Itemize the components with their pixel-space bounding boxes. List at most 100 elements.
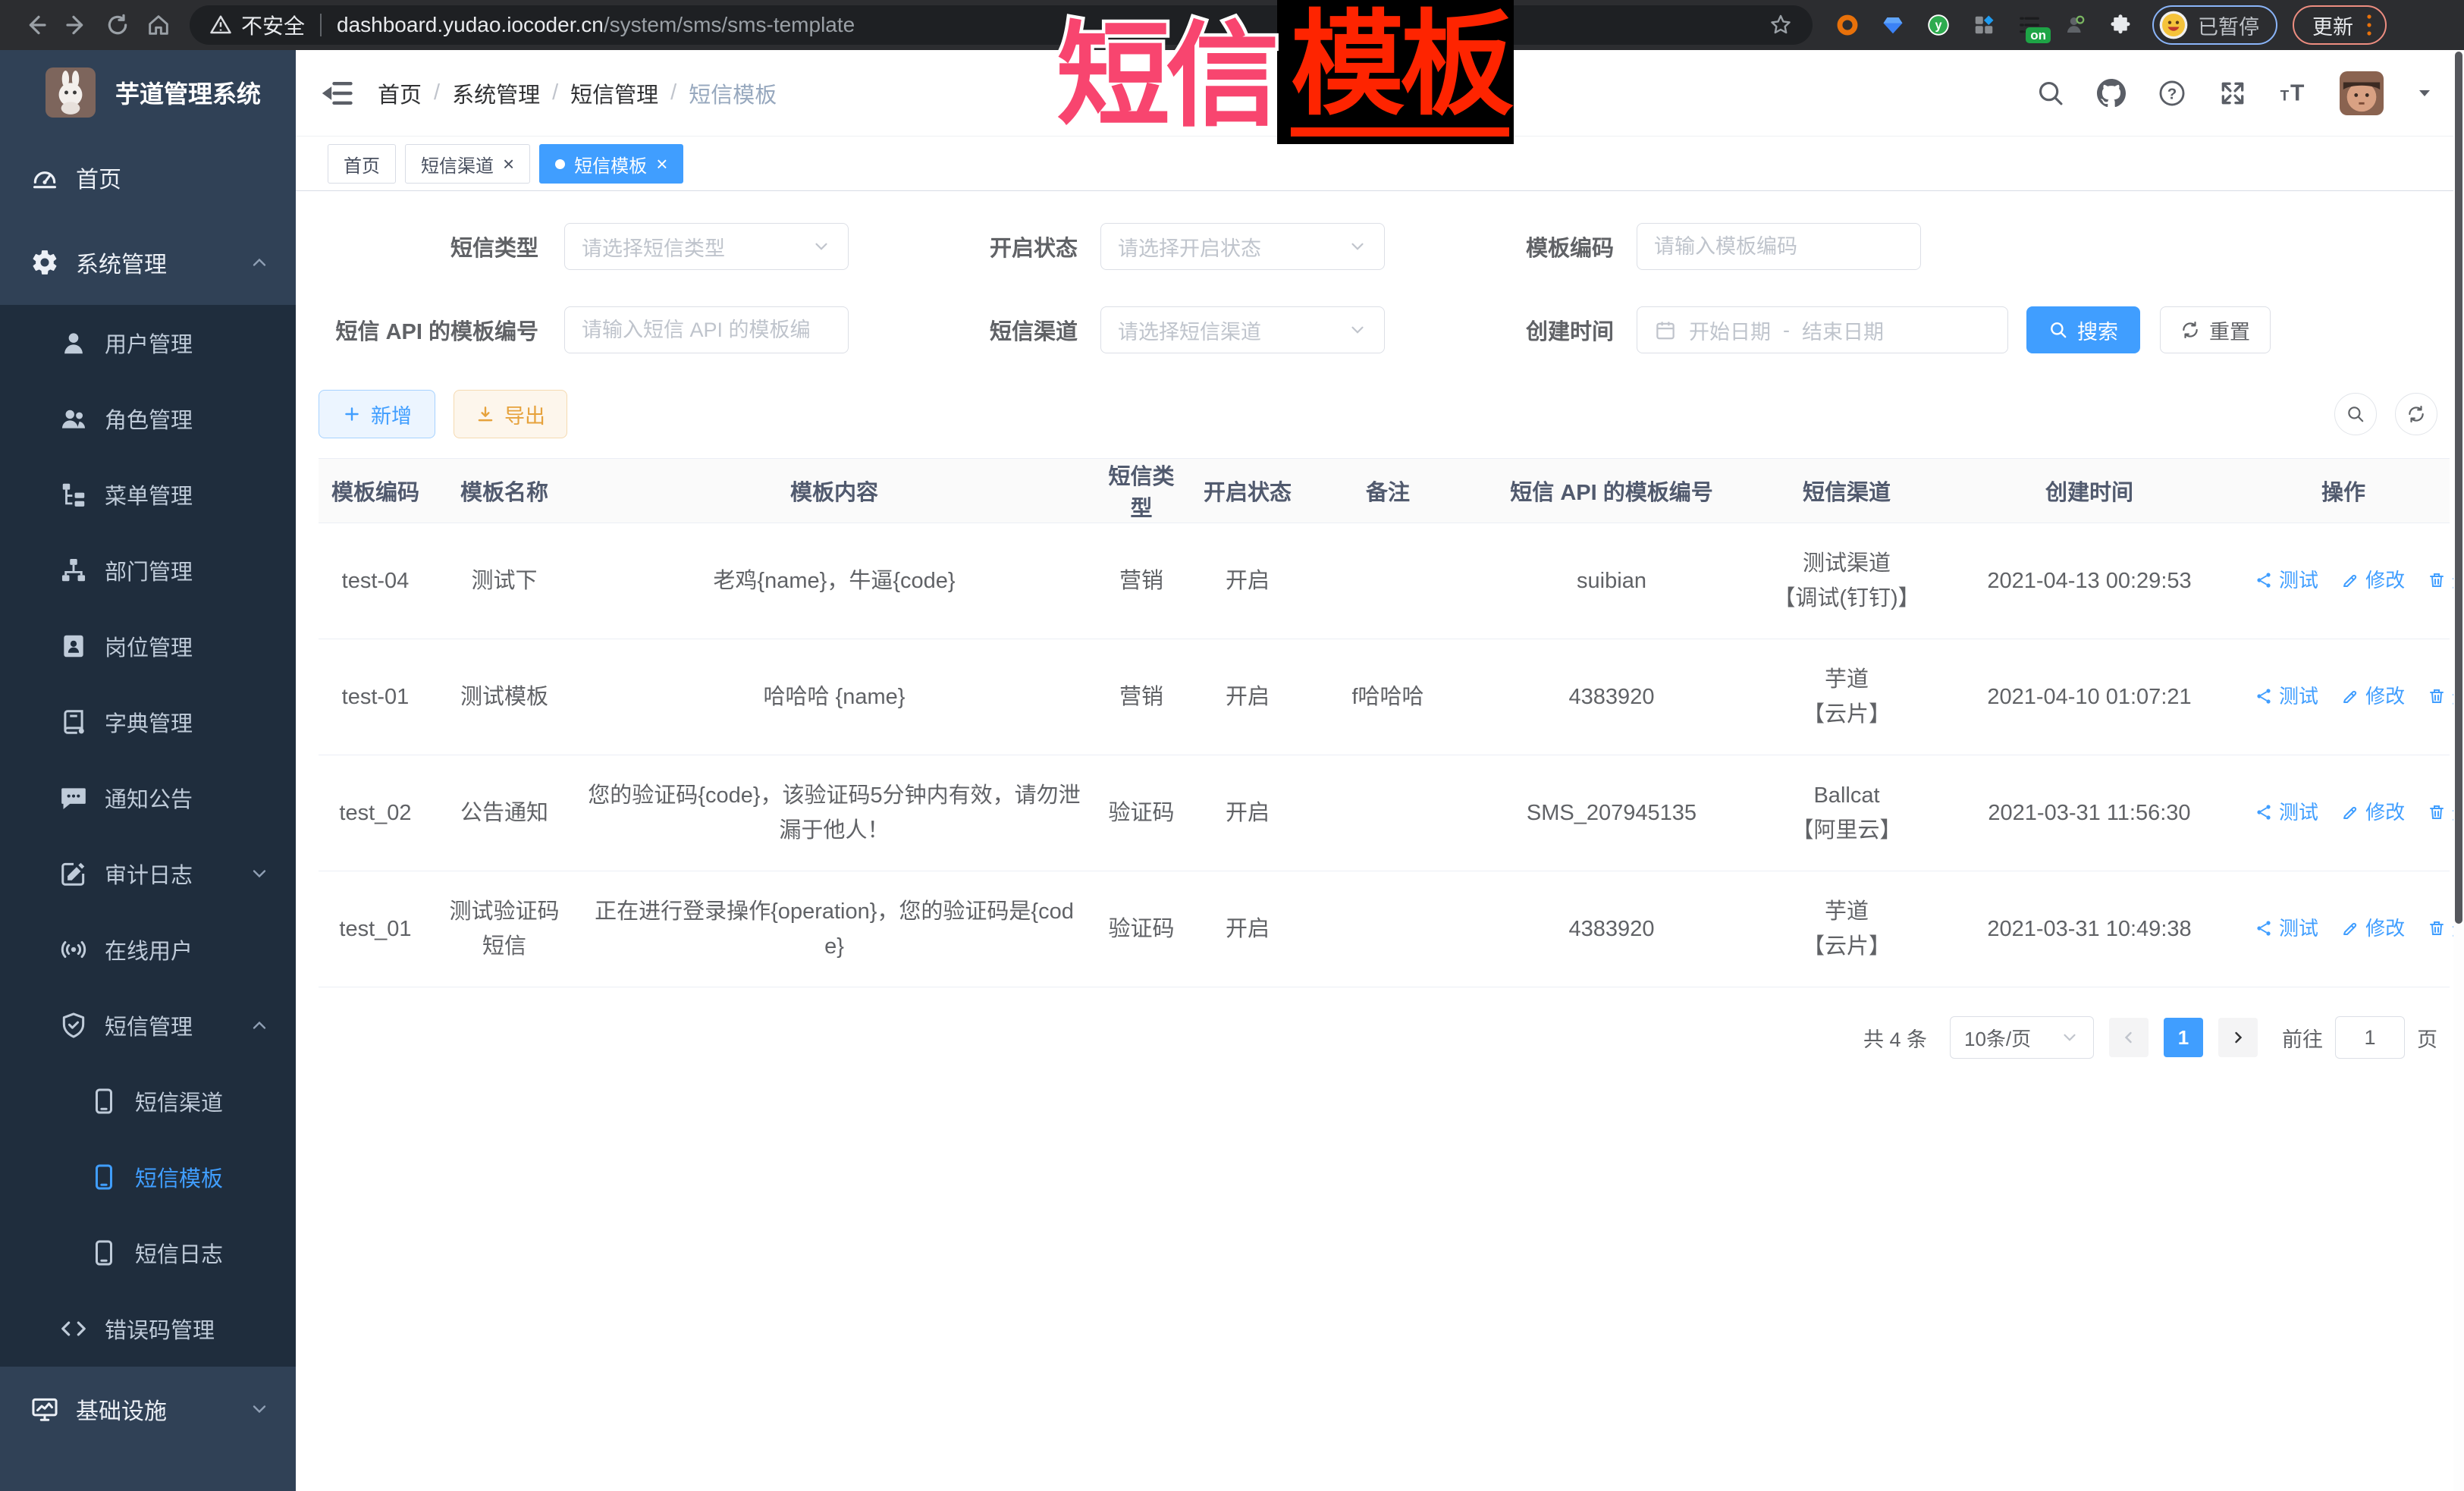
sidebar-collapse-icon[interactable]	[322, 77, 355, 110]
sidebar-item-sms-management[interactable]: 短信管理	[0, 987, 296, 1063]
browser-menu-icon[interactable]	[2365, 12, 2373, 38]
reset-button[interactable]: 重置	[2160, 306, 2271, 353]
extension-grid-icon[interactable]	[1972, 13, 1996, 37]
page-number-button[interactable]: 1	[2164, 1018, 2203, 1057]
sidebar-item-error-code-management[interactable]: 错误码管理	[0, 1291, 296, 1367]
help-icon[interactable]: ?	[2158, 79, 2186, 108]
sidebar-item-user-management[interactable]: 用户管理	[0, 305, 296, 381]
test-link[interactable]: 测试	[2255, 563, 2318, 598]
sidebar-item-home[interactable]: 首页	[0, 135, 296, 220]
sidebar-item-label: 短信日志	[135, 1237, 223, 1269]
next-page-button[interactable]	[2218, 1018, 2258, 1057]
bookmark-star-icon[interactable]	[1769, 13, 1793, 37]
breadcrumb-system[interactable]: 系统管理	[452, 77, 540, 109]
sidebar-item-infrastructure[interactable]: 基础设施	[0, 1367, 296, 1452]
channel-select[interactable]: 请选择短信渠道	[1100, 306, 1385, 353]
tab-sms-channel[interactable]: 短信渠道 ×	[405, 144, 530, 184]
test-link[interactable]: 测试	[2255, 795, 2318, 830]
extension-list-icon[interactable]: on	[2017, 13, 2042, 37]
scrollbar-track[interactable]	[2453, 50, 2464, 1491]
sidebar-item-sms-log[interactable]: 短信日志	[0, 1215, 296, 1291]
fullscreen-icon[interactable]	[2218, 79, 2247, 108]
breadcrumb-home[interactable]: 首页	[378, 77, 422, 109]
tab-close-icon[interactable]: ×	[503, 154, 514, 174]
extensions-puzzle-icon[interactable]	[2108, 13, 2133, 37]
cell-api-id: suibian	[1471, 523, 1752, 639]
extension-gem-icon[interactable]	[1881, 13, 1905, 37]
test-link[interactable]: 测试	[2255, 679, 2318, 714]
menu-tree-icon	[59, 480, 88, 509]
svg-text:T: T	[2290, 80, 2305, 105]
extension-y-icon[interactable]: y	[1926, 13, 1951, 37]
sms-type-label: 短信类型	[319, 231, 538, 262]
edit-link[interactable]: 修改	[2341, 563, 2405, 598]
column-header: 备注	[1304, 459, 1471, 523]
extension-orange-ring-icon[interactable]	[1835, 13, 1860, 37]
breadcrumb: 首页 / 系统管理 / 短信管理 / 短信模板	[378, 77, 777, 109]
add-button[interactable]: 新增	[319, 390, 435, 438]
sidebar-item-audit-log[interactable]: 审计日志	[0, 836, 296, 912]
filter-create-time: 创建时间 开始日期 - 结束日期	[1523, 306, 2008, 353]
online-user-icon	[59, 935, 88, 964]
browser-update-button[interactable]: 更新	[2293, 5, 2387, 45]
address-bar[interactable]: 不安全 dashboard.yudao.iocoder.cn/system/sm…	[190, 5, 1813, 45]
font-size-icon[interactable]: TT	[2279, 79, 2308, 108]
edit-link[interactable]: 修改	[2341, 679, 2405, 714]
template-code-input[interactable]	[1654, 235, 1904, 259]
browser-forward-button[interactable]	[56, 5, 97, 46]
user-icon	[59, 328, 88, 357]
tab-sms-template[interactable]: 短信模板 ×	[539, 144, 683, 184]
prev-page-button[interactable]	[2109, 1018, 2149, 1057]
sidebar-item-department-management[interactable]: 部门管理	[0, 532, 296, 608]
api-template-input[interactable]	[582, 319, 831, 342]
toggle-search-button[interactable]	[2334, 393, 2377, 435]
sidebar-item-role-management[interactable]: 角色管理	[0, 381, 296, 457]
chevron-up-icon	[249, 1015, 270, 1036]
sidebar-item-system-management[interactable]: 系统管理	[0, 220, 296, 305]
sidebar-item-post-management[interactable]: 岗位管理	[0, 608, 296, 684]
search-button[interactable]: 搜索	[2026, 306, 2140, 353]
create-time-label: 创建时间	[1523, 314, 1614, 346]
sidebar-item-dict-management[interactable]: 字典管理	[0, 684, 296, 760]
code-icon	[59, 1314, 88, 1343]
date-range-picker[interactable]: 开始日期 - 结束日期	[1637, 306, 2008, 353]
edit-link[interactable]: 修改	[2341, 911, 2405, 946]
caret-down-icon[interactable]	[2415, 84, 2434, 102]
table-toolbar: 新增 导出	[319, 390, 2450, 438]
sidebar-item-online-users[interactable]: 在线用户	[0, 912, 296, 987]
export-button[interactable]: 导出	[454, 390, 567, 438]
breadcrumb-sms[interactable]: 短信管理	[570, 77, 658, 109]
browser-profile-button[interactable]: 已暂停	[2152, 5, 2277, 45]
sms-type-select[interactable]: 请选择短信类型	[564, 223, 849, 270]
browser-home-button[interactable]	[138, 5, 179, 46]
browser-reload-button[interactable]	[97, 5, 138, 46]
status-select[interactable]: 请选择开启状态	[1100, 223, 1385, 270]
chevron-down-icon	[249, 1398, 270, 1420]
sidebar-item-notice-announcement[interactable]: 通知公告	[0, 760, 296, 836]
edit-icon	[2341, 803, 2359, 821]
sidebar-logo[interactable]: 芋道管理系统	[0, 50, 296, 135]
sidebar-item-label: 岗位管理	[105, 630, 193, 662]
refresh-icon	[2406, 404, 2426, 424]
active-tab-dot	[555, 159, 565, 169]
page-size-select[interactable]: 10条/页	[1950, 1016, 2094, 1059]
chevron-down-icon	[1348, 237, 1367, 256]
scrollbar-thumb[interactable]	[2455, 52, 2462, 924]
tab-close-icon[interactable]: ×	[656, 154, 667, 174]
test-link[interactable]: 测试	[2255, 911, 2318, 946]
sidebar-item-menu-management[interactable]: 菜单管理	[0, 457, 296, 532]
github-icon[interactable]	[2097, 79, 2126, 108]
avatar[interactable]	[2340, 71, 2384, 115]
tab-home[interactable]: 首页	[328, 144, 396, 184]
trash-icon	[2428, 687, 2446, 705]
search-icon[interactable]	[2036, 79, 2065, 108]
sidebar-item-sms-template[interactable]: 短信模板	[0, 1139, 296, 1215]
browser-back-button[interactable]	[15, 5, 56, 46]
refresh-table-button[interactable]	[2395, 393, 2437, 435]
edit-link[interactable]: 修改	[2341, 795, 2405, 830]
audit-log-icon	[59, 859, 88, 888]
sidebar-item-sms-channel[interactable]: 短信渠道	[0, 1063, 296, 1139]
goto-page-input[interactable]	[2335, 1016, 2405, 1059]
extension-search-person-icon[interactable]	[2063, 13, 2087, 37]
cell-status: 开启	[1191, 523, 1304, 639]
